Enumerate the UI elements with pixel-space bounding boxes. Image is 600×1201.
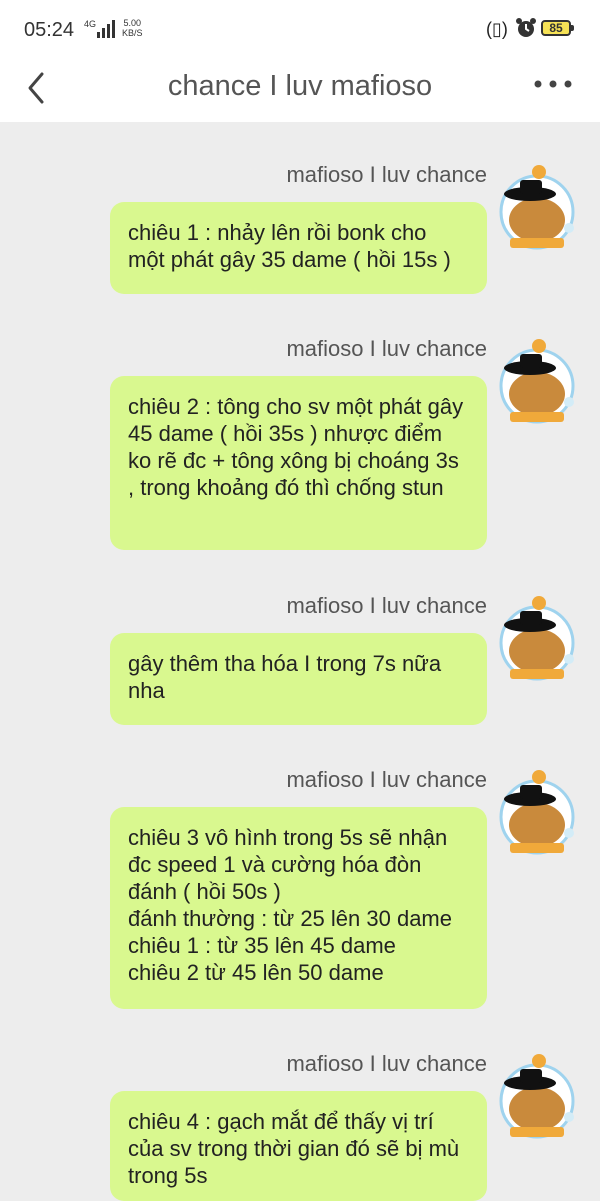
alarm-icon [516, 18, 536, 37]
chevron-left-icon[interactable] [24, 66, 54, 110]
network-type: 4G [84, 19, 97, 29]
sender-name: mafioso I luv chance [286, 1051, 487, 1076]
speed-value: 5.00 [123, 18, 142, 28]
capybara-avatar[interactable] [494, 767, 580, 859]
capybara-avatar[interactable] [494, 336, 580, 428]
battery-icon: 85 [541, 20, 571, 36]
more-dots-icon[interactable] [530, 72, 576, 96]
battery-tip [571, 25, 574, 31]
signal-icon [97, 20, 115, 38]
capybara-avatar[interactable] [494, 1051, 580, 1143]
status-bar: 05:24 4G 5.00 KB/S (▯) 85 [0, 0, 600, 60]
message-bubble[interactable]: chiêu 2 : tông cho sv một phát gây 45 da… [110, 376, 487, 550]
message-list[interactable]: mafioso I luv chance chiêu 1 : nhảy lên … [0, 122, 600, 1201]
message-bubble[interactable]: chiêu 1 : nhảy lên rồi bonk cho một phát… [110, 202, 487, 294]
sender-name: mafioso I luv chance [286, 767, 487, 792]
network-speed: 5.00 KB/S [122, 18, 143, 38]
capybara-avatar[interactable] [494, 162, 580, 254]
capybara-avatar[interactable] [494, 593, 580, 685]
vibrate-icon: (▯) [486, 19, 508, 39]
chat-title: chance I luv mafioso [167, 70, 433, 102]
speed-unit: KB/S [122, 28, 143, 38]
sender-name: mafioso I luv chance [286, 593, 487, 618]
message-bubble[interactable]: chiêu 4 : gạch mắt để thấy vị trí của sv… [110, 1091, 487, 1201]
message-bubble[interactable]: chiêu 3 vô hình trong 5s sẽ nhận đc spee… [110, 807, 487, 1009]
message-bubble[interactable]: gây thêm tha hóa I trong 7s nữa nha [110, 633, 487, 725]
sender-name: mafioso I luv chance [286, 336, 487, 361]
status-time: 05:24 [24, 19, 75, 41]
sender-name: mafioso I luv chance [286, 162, 487, 187]
chat-header: chance I luv mafioso [0, 60, 600, 122]
